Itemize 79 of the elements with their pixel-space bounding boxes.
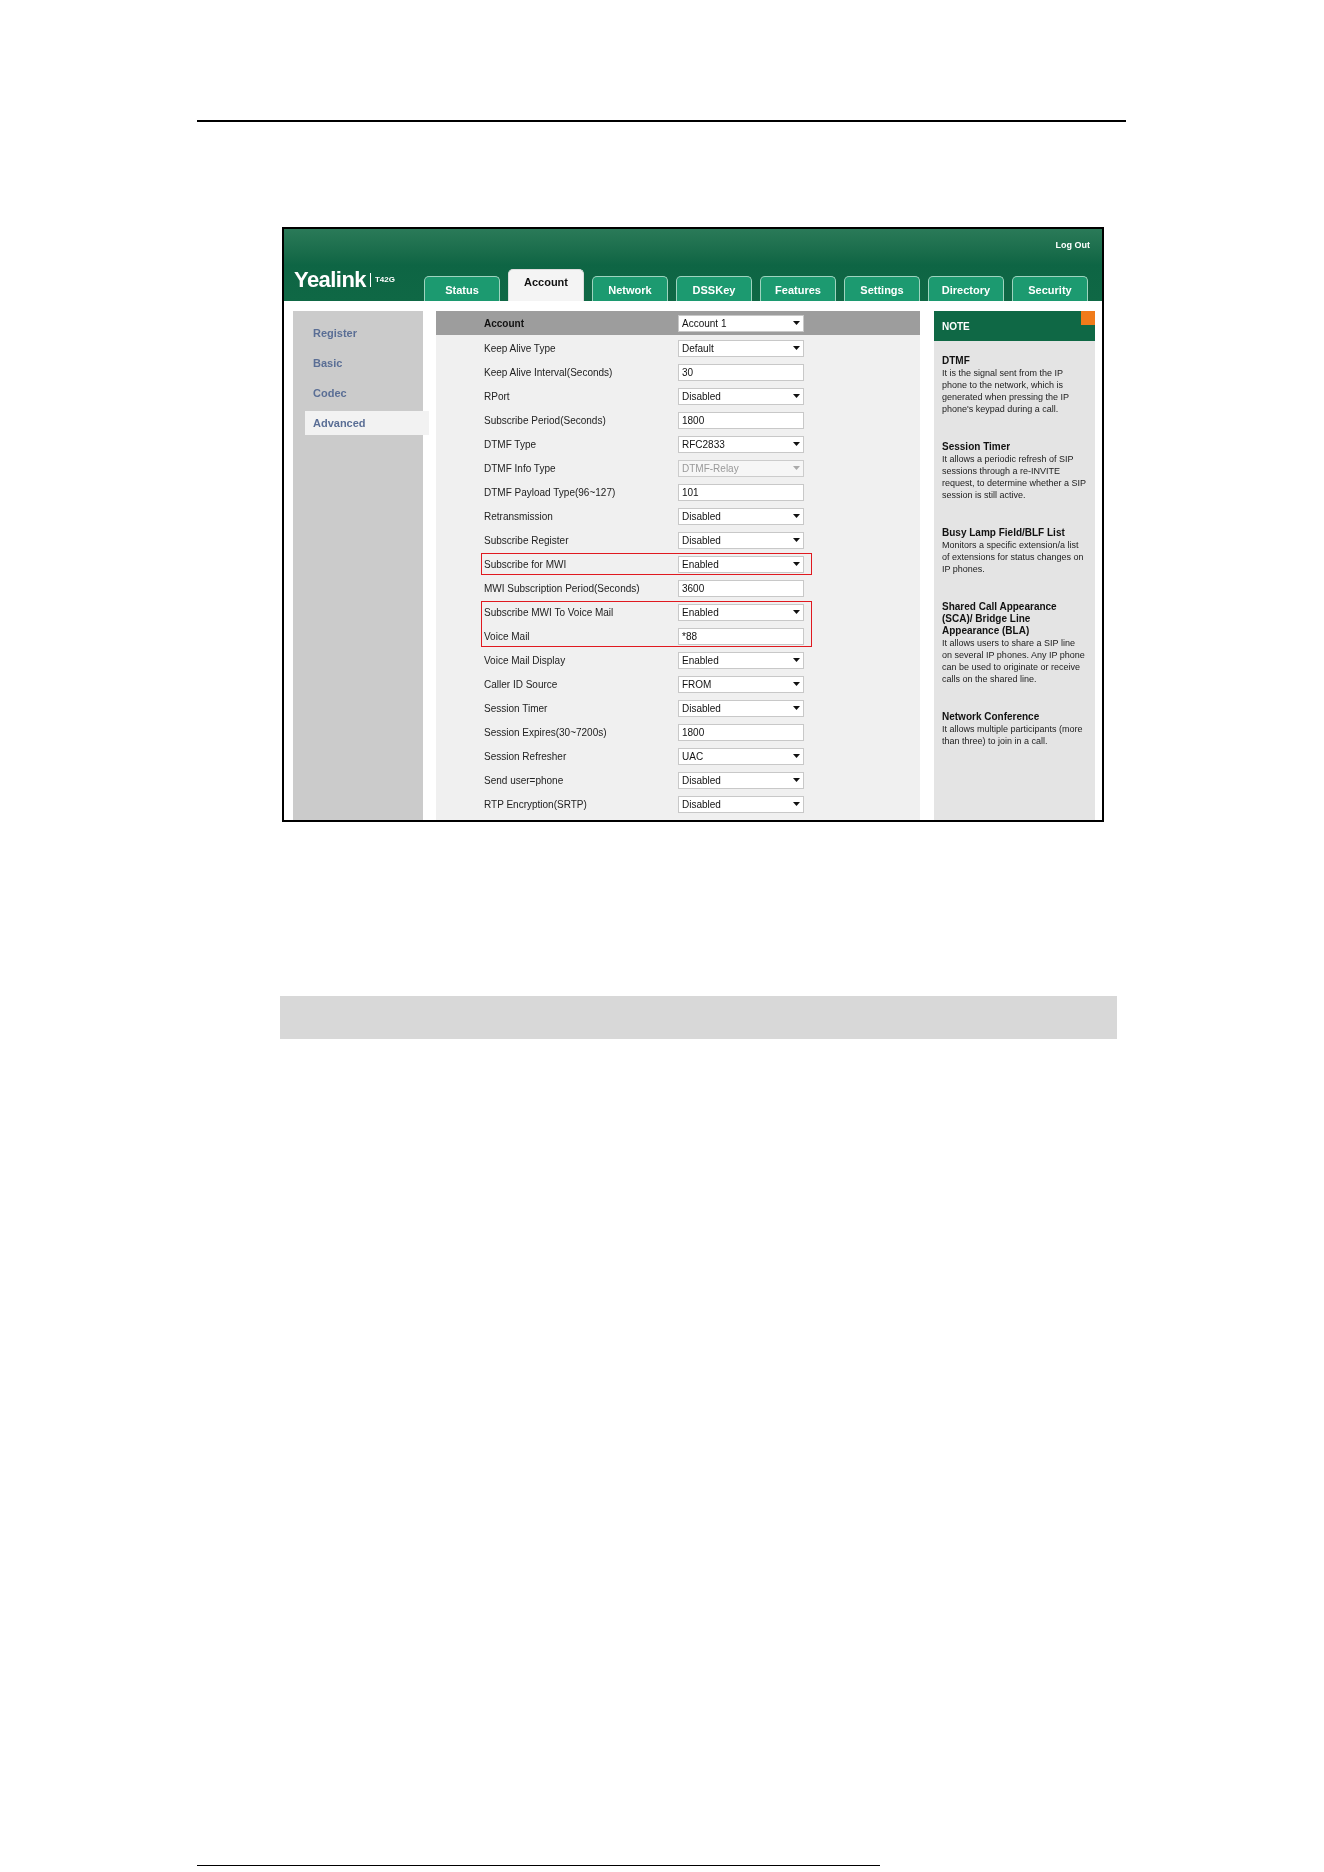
nav-tab[interactable]: Security — [1012, 276, 1088, 301]
dropdown[interactable]: Enabled — [678, 651, 804, 669]
field-label: Session Timer — [484, 701, 549, 716]
note-title: NOTE — [942, 319, 970, 334]
note-text: It allows a periodic refresh of SIP sessions through a re-INVITE request, to determine whether a SIP session is still active. — [942, 453, 1087, 501]
dropdown[interactable]: Disabled — [678, 531, 804, 549]
field-label: Caller ID Source — [484, 677, 559, 692]
field-label: RTP Encryption(SRTP) — [484, 797, 588, 812]
dropdown[interactable]: Enabled — [678, 555, 804, 573]
dropdown[interactable]: Default — [678, 339, 804, 357]
input-field[interactable]: 30 — [678, 363, 804, 381]
caret-icon — [793, 538, 800, 542]
caret-icon — [793, 682, 800, 686]
caret-icon — [793, 321, 800, 325]
nav-tab[interactable]: Status — [424, 276, 500, 301]
dropdown[interactable]: Disabled — [678, 507, 804, 525]
sidebar-item[interactable]: Advanced — [305, 411, 429, 435]
note-heading: Shared Call Appearance (SCA)/ Bridge Line Appearance (BLA) — [942, 601, 1058, 637]
field-label: Session Expires(30~7200s) — [484, 725, 608, 740]
dropdown[interactable]: Disabled — [678, 795, 804, 813]
nav-tab[interactable]: Account — [508, 269, 584, 301]
caret-icon — [793, 514, 800, 518]
caret-icon — [793, 706, 800, 710]
logo: Yealink — [294, 269, 366, 291]
note-heading: Session Timer — [942, 441, 1012, 453]
field-label: Retransmission — [484, 509, 554, 524]
field-label: DTMF Info Type — [484, 461, 557, 476]
dropdown[interactable]: FROM — [678, 675, 804, 693]
caret-icon — [793, 610, 800, 614]
field-label: DTMF Payload Type(96~127) — [484, 485, 617, 500]
field-label: Send user=phone — [484, 773, 565, 788]
caret-icon — [793, 346, 800, 350]
nav-tab[interactable]: Directory — [928, 276, 1004, 301]
input-field[interactable]: 3600 — [678, 579, 804, 597]
field-label: Keep Alive Interval(Seconds) — [484, 365, 614, 380]
caret-icon — [793, 394, 800, 398]
caret-icon — [793, 802, 800, 806]
dropdown[interactable]: Enabled — [678, 603, 804, 621]
model-label: T42G — [375, 274, 395, 286]
field-label: Keep Alive Type — [484, 341, 557, 356]
field-label: Voice Mail — [484, 629, 531, 644]
input-field[interactable]: 1800 — [678, 411, 804, 429]
dropdown[interactable]: Account 1 — [678, 314, 804, 332]
dropdown[interactable]: RFC2833 — [678, 435, 804, 453]
nav-tab[interactable]: Settings — [844, 276, 920, 301]
input-field[interactable]: *88 — [678, 627, 804, 645]
input-field[interactable]: 1800 — [678, 723, 804, 741]
note-text: Monitors a specific extension/a list of extensions for status changes on IP phones. — [942, 539, 1085, 575]
field-label: MWI Subscription Period(Seconds) — [484, 581, 641, 596]
field-label: Session Refresher — [484, 749, 568, 764]
nav-tab[interactable]: DSSKey — [676, 276, 752, 301]
caret-icon — [793, 562, 800, 566]
caret-icon — [793, 466, 800, 470]
note-text: It is the signal sent from the IP phone to the network, which is generated when pressing the IP phone's keypad during a call. — [942, 367, 1070, 415]
caret-icon — [793, 658, 800, 662]
dropdown[interactable]: Disabled — [678, 771, 804, 789]
field-label: Subscribe for MWI — [484, 557, 568, 572]
field-label: Subscribe MWI To Voice Mail — [484, 605, 615, 620]
nav-tab[interactable]: Network — [592, 276, 668, 301]
section-title: Account — [484, 316, 525, 331]
dropdown[interactable]: UAC — [678, 747, 804, 765]
nav-tab[interactable]: Features — [760, 276, 836, 301]
dropdown[interactable]: Disabled — [678, 699, 804, 717]
note-heading: Busy Lamp Field/BLF List — [942, 527, 1066, 539]
note-heading: DTMF — [942, 355, 971, 367]
field-label: Voice Mail Display — [484, 653, 567, 668]
note-text: It allows multiple participants (more than three) to join in a call. — [942, 723, 1084, 747]
field-label: DTMF Type — [484, 437, 538, 452]
logout-link[interactable]: Log Out — [1055, 239, 1090, 263]
field-label: Subscribe Register — [484, 533, 570, 548]
caret-icon — [793, 442, 800, 446]
dropdown[interactable]: Disabled — [678, 387, 804, 405]
caret-icon — [793, 778, 800, 782]
note-heading: Network Conference — [942, 711, 1041, 723]
field-label: RPort — [484, 389, 511, 404]
note-text: It allows users to share a SIP line on several IP phones. Any IP phone can be used to originate or receive calls on the shared line. — [942, 637, 1086, 685]
field-label: Subscribe Period(Seconds) — [484, 413, 607, 428]
input-field[interactable]: 101 — [678, 483, 804, 501]
caret-icon — [793, 754, 800, 758]
